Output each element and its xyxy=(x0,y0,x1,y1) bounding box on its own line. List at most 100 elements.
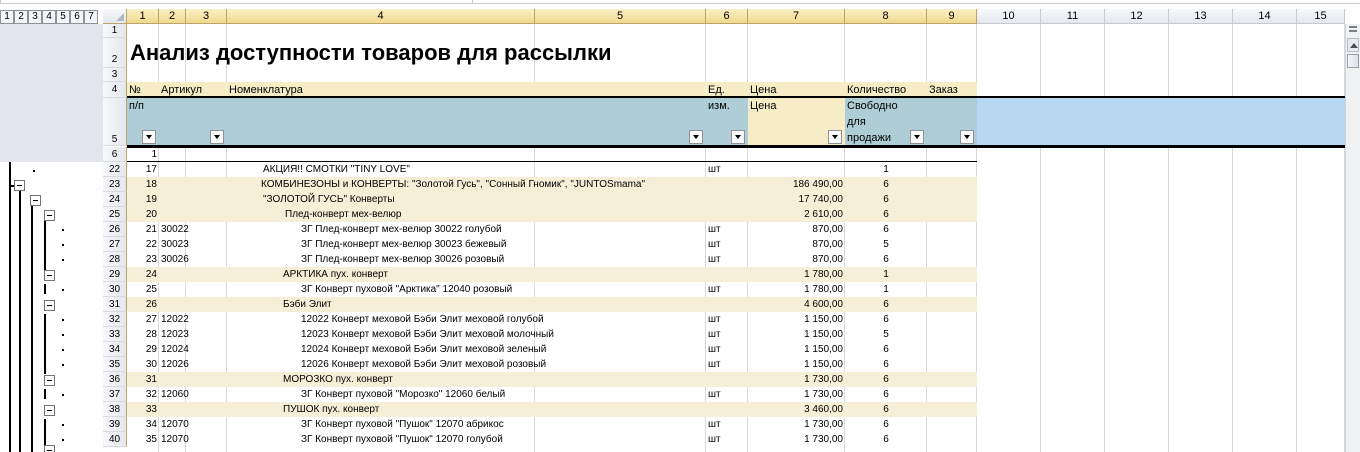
top-strip-segment xyxy=(472,0,1360,4)
cell-num: 29 xyxy=(145,344,157,355)
row-header-27[interactable]: 27 xyxy=(103,237,127,252)
row-header-6[interactable]: 6 xyxy=(103,147,127,162)
outline-collapse-icon[interactable] xyxy=(30,195,41,206)
column-header-9[interactable]: 9 xyxy=(927,9,977,24)
cell-article: 12024 xyxy=(161,344,189,355)
outline-level-buttons: 1234567 xyxy=(0,10,98,24)
column-header-4[interactable]: 4 xyxy=(227,9,535,24)
cell-price: 1 150,00 xyxy=(804,344,843,355)
select-all-corner[interactable] xyxy=(103,9,127,24)
cell-name: 12022 Конверт меховой Бэби Элит меховой … xyxy=(301,314,544,325)
column-header-11[interactable]: 11 xyxy=(1041,9,1105,24)
column-header-8[interactable]: 8 xyxy=(845,9,927,24)
cell-name: Бэби Элит xyxy=(283,299,332,310)
column-header-13[interactable]: 13 xyxy=(1169,9,1233,24)
row-header-23[interactable]: 23 xyxy=(103,177,127,192)
column-header-5[interactable]: 5 xyxy=(535,9,706,24)
column-header-2[interactable]: 2 xyxy=(159,9,186,24)
column-header-12[interactable]: 12 xyxy=(1105,9,1169,24)
row-header-35[interactable]: 35 xyxy=(103,357,127,372)
outline-line xyxy=(9,162,11,452)
cell-article: 30022 xyxy=(161,224,189,235)
cell-price: 1 150,00 xyxy=(804,359,843,370)
column-header-6[interactable]: 6 xyxy=(706,9,748,24)
scroll-up-arrow-icon[interactable] xyxy=(1347,38,1359,52)
column-header-15[interactable]: 15 xyxy=(1297,9,1345,24)
cell-name: Плед-конверт мех-велюр xyxy=(285,209,402,220)
cell-unit: шт xyxy=(708,314,721,325)
outline-dot xyxy=(62,334,64,336)
row-header-33[interactable]: 33 xyxy=(103,327,127,342)
outline-collapse-icon[interactable] xyxy=(44,405,55,416)
row-header-40[interactable]: 40 xyxy=(103,432,127,447)
cell-qty: 1 xyxy=(883,284,889,295)
row-header-37[interactable]: 37 xyxy=(103,387,127,402)
row-header-3[interactable]: 3 xyxy=(103,68,127,82)
cell-qty: 6 xyxy=(883,194,889,205)
vertical-scrollbar[interactable] xyxy=(1345,24,1360,452)
row-header-31[interactable]: 31 xyxy=(103,297,127,312)
row-header-39[interactable]: 39 xyxy=(103,417,127,432)
outline-collapse-icon[interactable] xyxy=(44,445,55,452)
column-header-7[interactable]: 7 xyxy=(748,9,845,24)
outline-collapse-icon[interactable] xyxy=(44,210,55,221)
row-header-29[interactable]: 29 xyxy=(103,267,127,282)
column-header-14[interactable]: 14 xyxy=(1233,9,1297,24)
cell-name: ЗГ Плед-конверт мех-велюр 30023 бежевый xyxy=(301,239,507,250)
row-header-36[interactable]: 36 xyxy=(103,372,127,387)
row-header-2[interactable]: 2 xyxy=(103,38,127,68)
outline-line xyxy=(19,185,21,452)
dropdown-filter-icon[interactable] xyxy=(960,130,974,144)
outline-collapse-icon[interactable] xyxy=(44,270,55,281)
row-header-38[interactable]: 38 xyxy=(103,402,127,417)
outline-collapse-icon[interactable] xyxy=(44,375,55,386)
dropdown-filter-icon[interactable] xyxy=(731,130,745,144)
row-header-32[interactable]: 32 xyxy=(103,312,127,327)
dropdown-filter-icon[interactable] xyxy=(210,130,224,144)
header-extra-area xyxy=(977,98,1345,146)
outline-level-2-button[interactable]: 2 xyxy=(14,10,28,24)
row-header-34[interactable]: 34 xyxy=(103,342,127,357)
outline-level-4-button[interactable]: 4 xyxy=(42,10,56,24)
row-header-1[interactable]: 1 xyxy=(103,24,127,38)
row-header-28[interactable]: 28 xyxy=(103,252,127,267)
outline-collapse-icon[interactable] xyxy=(14,180,25,191)
grid-line xyxy=(1296,24,1297,452)
outline-level-7-button[interactable]: 7 xyxy=(84,10,98,24)
cell-article: 12070 xyxy=(161,419,189,430)
column-header-3[interactable]: 3 xyxy=(186,9,227,24)
row-header-24[interactable]: 24 xyxy=(103,192,127,207)
cell-price: 4 600,00 xyxy=(804,299,843,310)
row-header-26[interactable]: 26 xyxy=(103,222,127,237)
outline-level-3-button[interactable]: 3 xyxy=(28,10,42,24)
outline-level-6-button[interactable]: 6 xyxy=(70,10,84,24)
dropdown-filter-icon[interactable] xyxy=(689,130,703,144)
cell-qty: 6 xyxy=(883,254,889,265)
row-header-5[interactable]: 5 xyxy=(103,98,127,146)
scroll-thumb[interactable] xyxy=(1347,54,1359,68)
cell-name: ЗГ Конверт пуховой "Морозко" 12060 белый xyxy=(301,389,506,400)
cell-name: 12023 Конверт меховой Бэби Элит меховой … xyxy=(301,329,554,340)
cell-article: 12060 xyxy=(161,389,189,400)
outline-level-1-button[interactable]: 1 xyxy=(0,10,14,24)
split-handle-icon[interactable] xyxy=(1349,26,1357,32)
cell-num: 23 xyxy=(145,254,157,265)
outline-level-5-button[interactable]: 5 xyxy=(56,10,70,24)
column-header-1[interactable]: 1 xyxy=(127,9,159,24)
row-header-4[interactable]: 4 xyxy=(103,82,127,98)
outline-line xyxy=(44,220,46,270)
cell-price: 1 150,00 xyxy=(804,314,843,325)
cell-article: 12022 xyxy=(161,314,189,325)
cell-qty: 6 xyxy=(883,179,889,190)
row-header-30[interactable]: 30 xyxy=(103,282,127,297)
row-header-22[interactable]: 22 xyxy=(103,162,127,177)
outline-collapse-icon[interactable] xyxy=(44,300,55,311)
row-header-25[interactable]: 25 xyxy=(103,207,127,222)
column-header-10[interactable]: 10 xyxy=(977,9,1041,24)
cell-num: 34 xyxy=(145,419,157,430)
grid-line xyxy=(1040,24,1041,452)
dropdown-filter-icon[interactable] xyxy=(910,130,924,144)
cell-unit: шт xyxy=(708,164,721,175)
dropdown-filter-icon[interactable] xyxy=(142,130,156,144)
dropdown-filter-icon[interactable] xyxy=(828,130,842,144)
